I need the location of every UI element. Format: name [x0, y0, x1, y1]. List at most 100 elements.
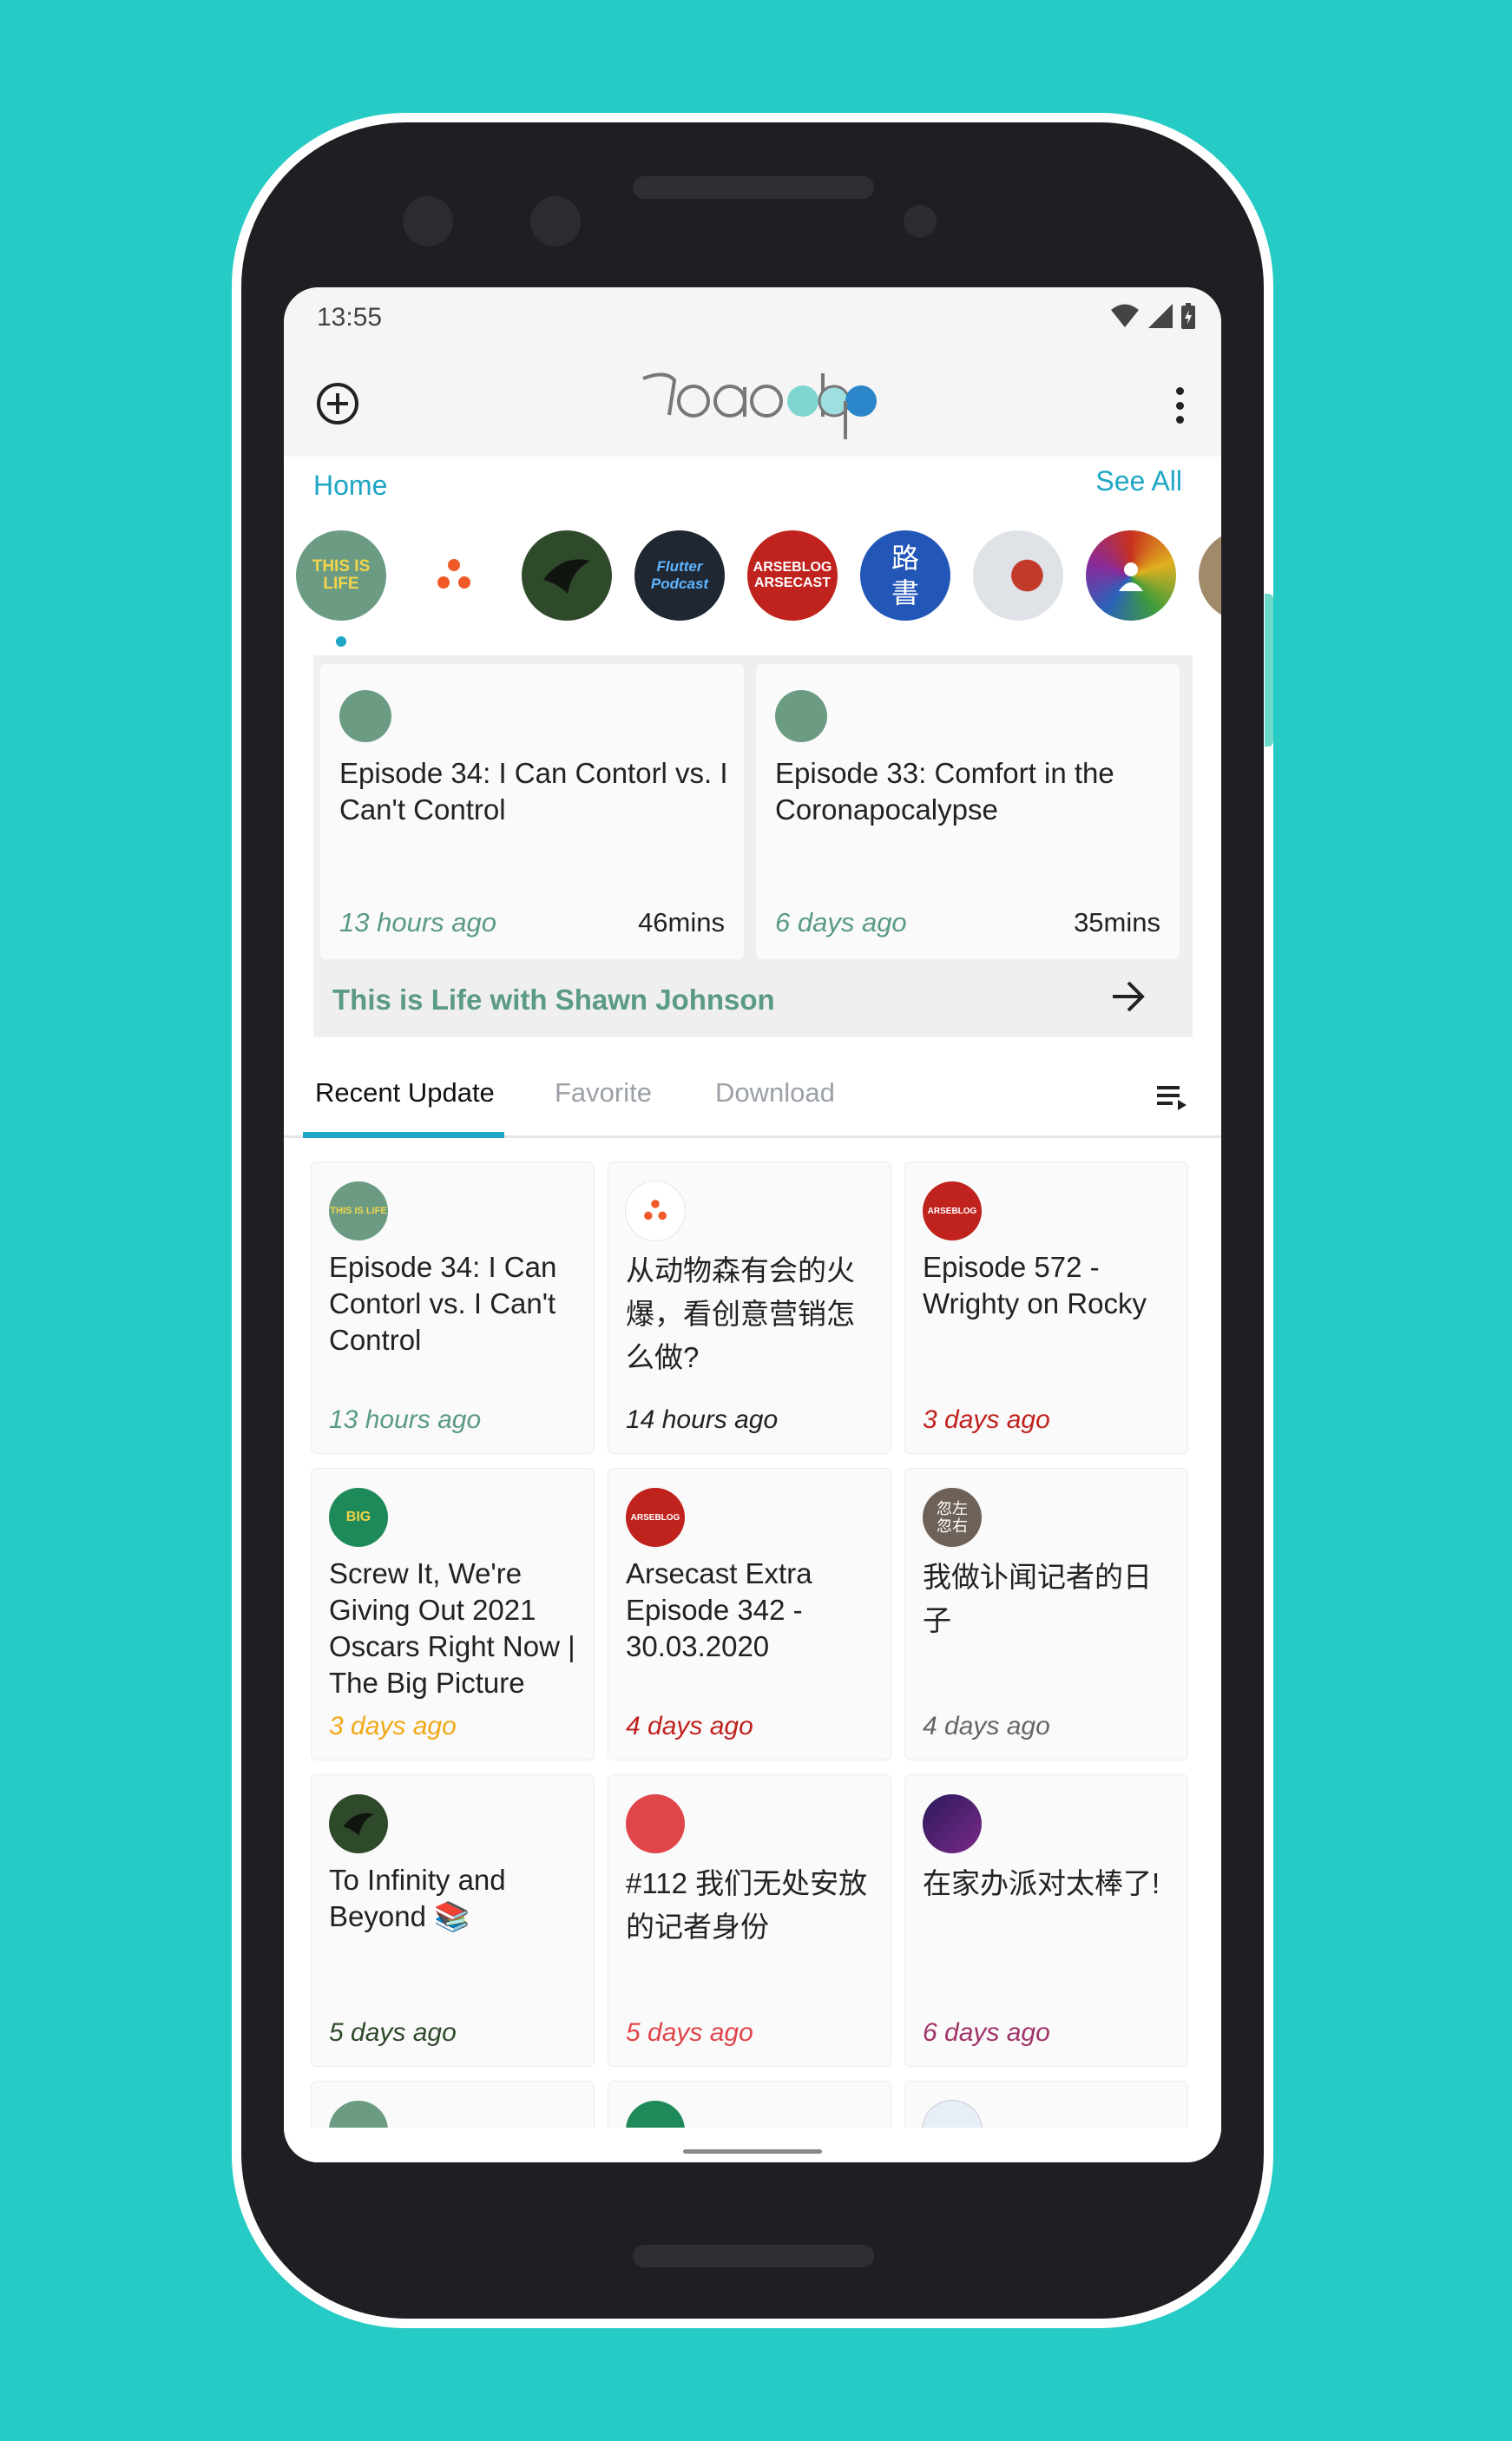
avatar-partial[interactable]: [1199, 530, 1221, 621]
nav-bar-area: [284, 2128, 1221, 2162]
side-button-upper: [1265, 594, 1273, 747]
episode-time-ago: 4 days ago: [626, 1712, 753, 1740]
episode-show-icon: [775, 690, 827, 742]
bird-logo-icon: [543, 559, 590, 594]
avatar-portrait[interactable]: [973, 530, 1063, 621]
show-icon: THIS IS LIFE: [329, 1181, 388, 1240]
show-icon-text: THIS IS LIFE: [330, 1206, 387, 1216]
episode-title: #112 我们无处安放的记者身份: [626, 1867, 868, 1943]
featured-show-panel: Episode 34: I Can Contorl vs. I Can't Co…: [313, 655, 1193, 1037]
show-icon: [626, 1794, 685, 1853]
show-icon-text: BIG: [345, 1510, 371, 1524]
episode-title: 在家办派对太棒了!: [923, 1867, 1160, 1899]
app-logo: [640, 365, 883, 439]
active-tab-indicator: [303, 1132, 504, 1138]
earpiece-speaker: [633, 176, 874, 199]
tab-recent-update[interactable]: Recent Update: [315, 1077, 495, 1109]
featured-episode-card[interactable]: Episode 34: I Can Contorl vs. I Can't Co…: [320, 664, 744, 959]
app-bar: [284, 348, 1221, 457]
tab-download[interactable]: Download: [715, 1077, 835, 1109]
episode-card[interactable]: BIG Screw It, We're Giving Out 2021 Osca…: [312, 1469, 594, 1760]
avatar-bird[interactable]: [522, 530, 612, 621]
bottom-speaker: [633, 2245, 874, 2267]
episode-time-ago: 5 days ago: [329, 2018, 457, 2047]
episode-card[interactable]: ARSEBLOG Episode 572 - Wrighty on Rocky …: [905, 1162, 1187, 1453]
avatar-arseblog-text: ARSEBLOG ARSECAST: [753, 560, 832, 590]
avatar-flutter-podcast[interactable]: Flutter Podcast: [634, 530, 725, 621]
episode-title: Episode 34: I Can Contorl vs. I Can't Co…: [329, 1251, 557, 1356]
logo-wordmark: [642, 372, 877, 439]
episode-card[interactable]: THIS IS LIFE Episode 34: I Can Contorl v…: [312, 1162, 594, 1453]
overflow-menu-icon[interactable]: [1174, 387, 1185, 424]
episode-card[interactable]: #112 我们无处安放的记者身份 5 days ago: [608, 1775, 891, 2066]
episode-time-ago: 6 days ago: [775, 907, 907, 938]
show-icon: [329, 1794, 388, 1853]
avatar-this-is-life-text: THIS IS LIFE: [312, 557, 371, 593]
playlist-icon[interactable]: [1155, 1079, 1190, 1114]
front-camera: [904, 205, 937, 238]
episode-card[interactable]: 忽左 忽右 我做讣闻记者的日子 4 days ago: [905, 1469, 1187, 1760]
episode-time-ago: 14 hours ago: [626, 1405, 779, 1434]
avatar-flutter-podcast-text: Flutter Podcast: [650, 558, 709, 592]
episode-duration: 46mins: [638, 907, 725, 938]
home-label: Home: [313, 470, 388, 501]
featured-episode-card[interactable]: Episode 33: Comfort in the Coronapocalyp…: [756, 664, 1180, 959]
episode-time-ago: 3 days ago: [329, 1712, 457, 1740]
avatar-lu-shu-text: 路 書: [891, 543, 919, 609]
episode-title: Screw It, We're Giving Out 2021 Oscars R…: [329, 1557, 575, 1699]
show-icon: [923, 1794, 982, 1853]
episode-card[interactable]: To Infinity and Beyond 📚 5 days ago: [312, 1775, 594, 2066]
add-podcast-button[interactable]: [317, 383, 358, 424]
front-sensor-left: [403, 196, 453, 247]
wifi-icon: [1111, 304, 1139, 327]
episode-time-ago: 6 days ago: [923, 2018, 1050, 2047]
three-dots-logo-icon: [644, 1200, 667, 1220]
show-icon: [626, 1181, 685, 1240]
episode-title: Episode 33: Comfort in the Coronapocalyp…: [775, 757, 1114, 826]
episode-title: Episode 572 - Wrighty on Rocky: [923, 1251, 1147, 1319]
episode-time-ago: 13 hours ago: [329, 1405, 482, 1434]
cell-signal-icon: [1148, 304, 1173, 328]
three-dots-logo-icon: [437, 559, 470, 589]
avatar-this-is-life[interactable]: THIS IS LIFE: [296, 530, 386, 621]
episode-show-icon: [339, 690, 391, 742]
avatar-lu-shu[interactable]: 路 書: [860, 530, 950, 621]
episode-card[interactable]: ARSEBLOG Arsecast Extra Episode 342 - 30…: [608, 1469, 891, 1760]
episode-time-ago: 13 hours ago: [339, 907, 496, 938]
episode-title: Episode 34: I Can Contorl vs. I Can't Co…: [339, 757, 728, 826]
episode-duration: 35mins: [1074, 907, 1160, 938]
see-all-link[interactable]: See All: [1095, 465, 1182, 497]
episode-time-ago: 3 days ago: [923, 1405, 1050, 1434]
avatar-colorful[interactable]: [1086, 530, 1176, 621]
episode-card[interactable]: 在家办派对太棒了! 6 days ago: [905, 1775, 1187, 2066]
battery-icon: [1181, 303, 1195, 329]
episode-tabs: Recent Update Favorite Download: [284, 1051, 1221, 1138]
show-icon: BIG: [329, 1488, 388, 1547]
status-time: 13:55: [317, 303, 383, 332]
side-button-lower: [1265, 894, 1273, 1207]
tab-favorite[interactable]: Favorite: [555, 1077, 652, 1109]
app-screen: 13:55 Home See All THIS IS LIFE Flutter …: [284, 287, 1221, 2162]
show-icon-text: 忽左 忽右: [937, 1500, 968, 1535]
episode-title: Arsecast Extra Episode 342 - 30.03.2020: [626, 1557, 812, 1662]
gesture-nav-handle[interactable]: [683, 2149, 822, 2154]
episode-title: 从动物森有会的火爆，看创意营销怎么做?: [626, 1254, 855, 1373]
show-icon-text: ARSEBLOG: [927, 1206, 977, 1216]
arrow-right-icon[interactable]: [1106, 975, 1149, 1018]
episode-time-ago: 4 days ago: [923, 1712, 1050, 1740]
episode-title: To Infinity and Beyond 📚: [329, 1864, 506, 1932]
bird-logo-icon: [343, 1813, 374, 1836]
subscription-avatars: THIS IS LIFE Flutter Podcast ARSEBLOG AR…: [296, 530, 1221, 626]
featured-show-name[interactable]: This is Life with Shawn Johnson: [332, 984, 775, 1017]
status-icons: [1110, 303, 1195, 329]
episode-card[interactable]: 从动物森有会的火爆，看创意营销怎么做? 14 hours ago: [608, 1162, 891, 1453]
avatar-arseblog[interactable]: ARSEBLOG ARSECAST: [747, 530, 838, 621]
front-sensor-right: [530, 196, 581, 247]
person-silhouette-icon: [1119, 563, 1143, 591]
show-icon: ARSEBLOG: [626, 1488, 685, 1547]
avatar-dots[interactable]: [409, 530, 499, 621]
episode-title: 我做讣闻记者的日子: [923, 1561, 1152, 1636]
page-indicator-dot: [336, 636, 346, 647]
show-icon: 忽左 忽右: [923, 1488, 982, 1547]
episode-time-ago: 5 days ago: [626, 2018, 753, 2047]
